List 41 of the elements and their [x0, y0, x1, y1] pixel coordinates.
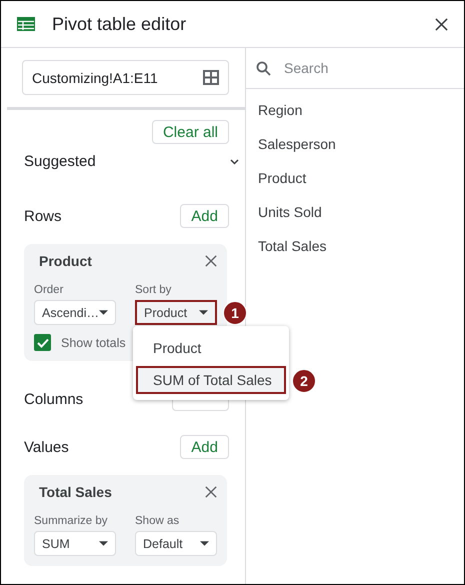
field-item[interactable]: Total Sales: [258, 235, 452, 256]
callout-badge: 1: [223, 301, 247, 325]
card-title: Product: [39, 253, 92, 269]
caret-icon: [199, 310, 208, 315]
caret-icon: [99, 541, 108, 546]
add-button[interactable]: Add: [180, 204, 229, 228]
section-label: Columns: [24, 390, 84, 408]
callout-badge: 2: [292, 369, 316, 393]
grid-icon[interactable]: [203, 70, 219, 85]
dropdown[interactable]: Default: [135, 531, 217, 556]
close-icon[interactable]: [435, 18, 448, 30]
dropdown[interactable]: SUM: [34, 531, 116, 556]
checkbox-label: Show totals: [61, 336, 126, 350]
window-title: Pivot table editor: [52, 14, 188, 34]
dropdown[interactable]: Ascendi…: [34, 300, 116, 325]
field-item[interactable]: Units Sold: [258, 201, 452, 222]
field-item[interactable]: Product: [258, 167, 452, 188]
caret-icon: [99, 310, 108, 315]
checkbox[interactable]: [34, 334, 51, 351]
search-icon: [256, 60, 271, 76]
search-input[interactable]: Search: [282, 59, 446, 77]
clear-all-button[interactable]: Clear all: [152, 120, 229, 144]
caret-icon: [200, 541, 209, 546]
dropdown-label: Summarize by: [34, 515, 108, 527]
chevron-down-icon[interactable]: [230, 158, 239, 164]
spreadsheet-icon: [17, 17, 35, 31]
section-label: Values: [24, 438, 69, 456]
menu-item[interactable]: Product: [136, 334, 286, 362]
dropdown-label: Order: [34, 284, 64, 296]
range-field[interactable]: Customizing!A1:E11: [22, 60, 229, 95]
card-title: Total Sales: [39, 484, 112, 500]
section-label: Suggested: [24, 153, 96, 170]
close-icon[interactable]: [205, 255, 217, 267]
field-item[interactable]: Salesperson: [258, 133, 452, 154]
dropdown-label: Sort by: [135, 284, 172, 296]
field-item[interactable]: Region: [258, 99, 452, 120]
section-label: Rows: [24, 208, 62, 224]
search-field[interactable]: Search: [246, 48, 464, 89]
close-icon[interactable]: [205, 486, 217, 498]
add-button[interactable]: Add: [180, 435, 229, 459]
dropdown-label: Show as: [135, 515, 180, 527]
